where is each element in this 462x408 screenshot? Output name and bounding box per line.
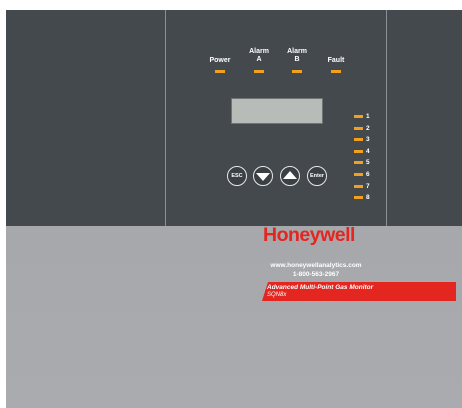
fault-label: Fault <box>327 57 345 64</box>
down-arrow-icon <box>256 173 270 181</box>
website-text: www.honeywellanalytics.com <box>270 262 362 269</box>
channel-led <box>354 138 363 142</box>
phone-text: 1-800-563-2967 <box>292 271 340 278</box>
down-button[interactable] <box>253 166 273 186</box>
channel-led <box>354 161 363 165</box>
channel-led <box>354 196 363 200</box>
product-name: Advanced Multi-Point Gas Monitor <box>267 284 374 291</box>
gas-monitor-device: Power Alarm A Alarm B Fault 1 2 3 4 5 6 7 8 ESC… <box>6 10 462 408</box>
channel-label: 6 <box>366 171 370 178</box>
channel-led <box>354 149 363 153</box>
channel-led <box>354 173 363 176</box>
channel-label: 2 <box>366 124 370 132</box>
channel-label: 7 <box>366 182 370 190</box>
channel-led <box>354 184 363 188</box>
control-panel: Power Alarm A Alarm B Fault 1 2 3 4 5 6 7 8 ESC… <box>6 10 462 226</box>
product-model: SQN8x <box>267 292 287 298</box>
channel-label: 3 <box>366 136 370 144</box>
label-panel <box>6 226 462 408</box>
alarm-a-led <box>254 70 264 73</box>
up-button[interactable] <box>280 166 300 186</box>
alarm-a-label: Alarm A <box>249 48 269 63</box>
channel-label: 4 <box>366 147 370 155</box>
channel-led <box>354 115 363 118</box>
alarm-b-led <box>292 70 302 73</box>
channel-label: 5 <box>366 159 370 167</box>
power-label: Power <box>209 57 231 64</box>
alarm-b-label: Alarm B <box>287 48 307 63</box>
esc-button-label: ESC <box>231 173 243 179</box>
panel-divider-right <box>386 10 387 226</box>
enter-button-label: Enter <box>309 173 325 179</box>
lcd-display <box>231 98 323 124</box>
channel-led <box>354 126 363 130</box>
fault-led <box>331 70 341 73</box>
enter-button[interactable]: Enter <box>307 166 327 186</box>
esc-button[interactable]: ESC <box>227 166 247 186</box>
channel-label: 8 <box>366 194 370 202</box>
power-led <box>215 70 225 73</box>
brand-logo: Honeywell <box>263 224 355 246</box>
up-arrow-icon <box>283 171 297 179</box>
channel-label: 1 <box>366 113 370 120</box>
panel-divider-left <box>165 10 166 226</box>
